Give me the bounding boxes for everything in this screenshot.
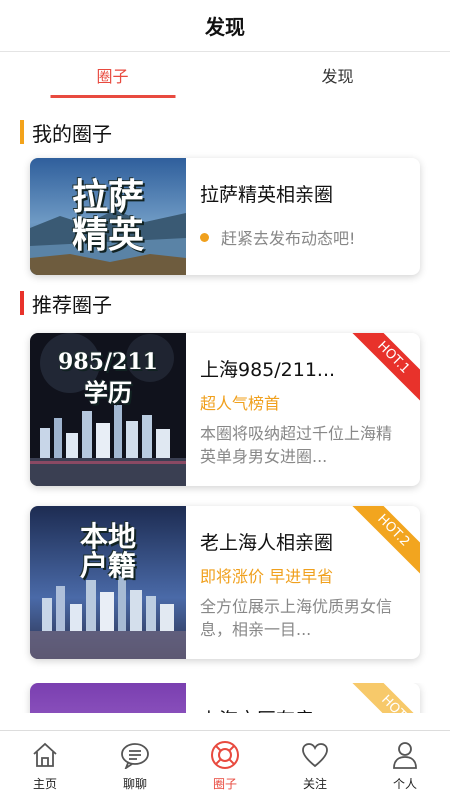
image-caption-bottom: 户籍: [79, 549, 136, 583]
circle-description: 本圈将吸纳超过千位上海精英单身男女进圈...: [200, 424, 393, 466]
circle-thumbnail: 拉萨 精英: [30, 158, 186, 275]
recommended-card[interactable]: 上海市区有房 HOT: [30, 683, 420, 713]
circle-thumbnail: [30, 683, 186, 713]
image-caption-bottom: 学历: [84, 378, 132, 408]
chat-icon: [120, 740, 150, 770]
post-hint: 赶紧去发布动态吧!: [200, 225, 406, 249]
nav-label: 圈子: [212, 776, 237, 791]
nav-label: 个人: [392, 776, 417, 791]
nav-label: 主页: [32, 776, 57, 791]
circle-description: 全方位展示上海优质男女信息，相亲一目...: [200, 597, 393, 639]
recommended-card[interactable]: 985/211 学历 上海985/211... 超人气榜首 本圈将吸纳超过千位上…: [30, 333, 420, 486]
nav-circles[interactable]: 圈子: [180, 731, 270, 800]
heart-icon: [300, 740, 330, 770]
person-icon: [390, 740, 420, 770]
hot-badge-label: HOT: [350, 683, 420, 713]
image-caption-bottom: 精英: [71, 213, 144, 256]
bottom-nav: 主页 聊聊 圈子 关注 个人: [0, 730, 450, 800]
nav-follow[interactable]: 关注: [270, 731, 360, 800]
circle-thumbnail: 985/211 学历: [30, 333, 186, 486]
recommended-heading: 推荐圈子: [20, 287, 450, 319]
status-dot: [200, 232, 209, 242]
circle-name: 拉萨精英相亲圈: [200, 184, 334, 206]
page-title: 发现: [205, 15, 245, 39]
recommended-card[interactable]: 本地 户籍 老上海人相亲圈 即将涨价 早进早省 全方位展示上海优质男女信息，相亲…: [30, 506, 420, 659]
section-accent-bar: [20, 120, 24, 144]
tab-bar: 圈子 发现: [0, 52, 450, 98]
hint-text: 赶紧去发布动态吧!: [221, 229, 356, 248]
image-caption-top: 拉萨: [71, 175, 144, 218]
top-bar: 发现: [0, 0, 450, 52]
home-icon: [30, 740, 60, 770]
nav-chat[interactable]: 聊聊: [90, 731, 180, 800]
hot-badge: HOT.1: [350, 333, 420, 403]
section-title-label: 推荐圈子: [32, 292, 112, 317]
circle-thumbnail: 本地 户籍: [30, 506, 186, 659]
tab-circles[interactable]: 圈子: [0, 52, 225, 98]
my-circle-card[interactable]: 拉萨 精英 拉萨精英相亲圈 赶紧去发布动态吧!: [30, 158, 420, 275]
nav-profile[interactable]: 个人: [360, 731, 450, 800]
image-caption-top: 985/211: [58, 349, 158, 375]
section-title-label: 我的圈子: [32, 121, 112, 146]
hot-badge-label: HOT.1: [350, 333, 420, 403]
section-accent-bar: [20, 291, 24, 315]
image-caption-top: 本地: [79, 520, 136, 553]
nav-label: 聊聊: [122, 776, 147, 791]
my-circles-heading: 我的圈子: [20, 116, 450, 148]
nav-home[interactable]: 主页: [0, 731, 90, 800]
circle-icon: [210, 740, 240, 770]
nav-label: 关注: [302, 776, 327, 791]
partial-card-wrapper: 上海市区有房 HOT: [0, 683, 450, 713]
hot-badge: HOT.2: [350, 506, 420, 576]
hot-badge-label: HOT.2: [350, 506, 420, 576]
tab-discover[interactable]: 发现: [225, 52, 450, 98]
hot-badge: HOT: [350, 683, 420, 713]
